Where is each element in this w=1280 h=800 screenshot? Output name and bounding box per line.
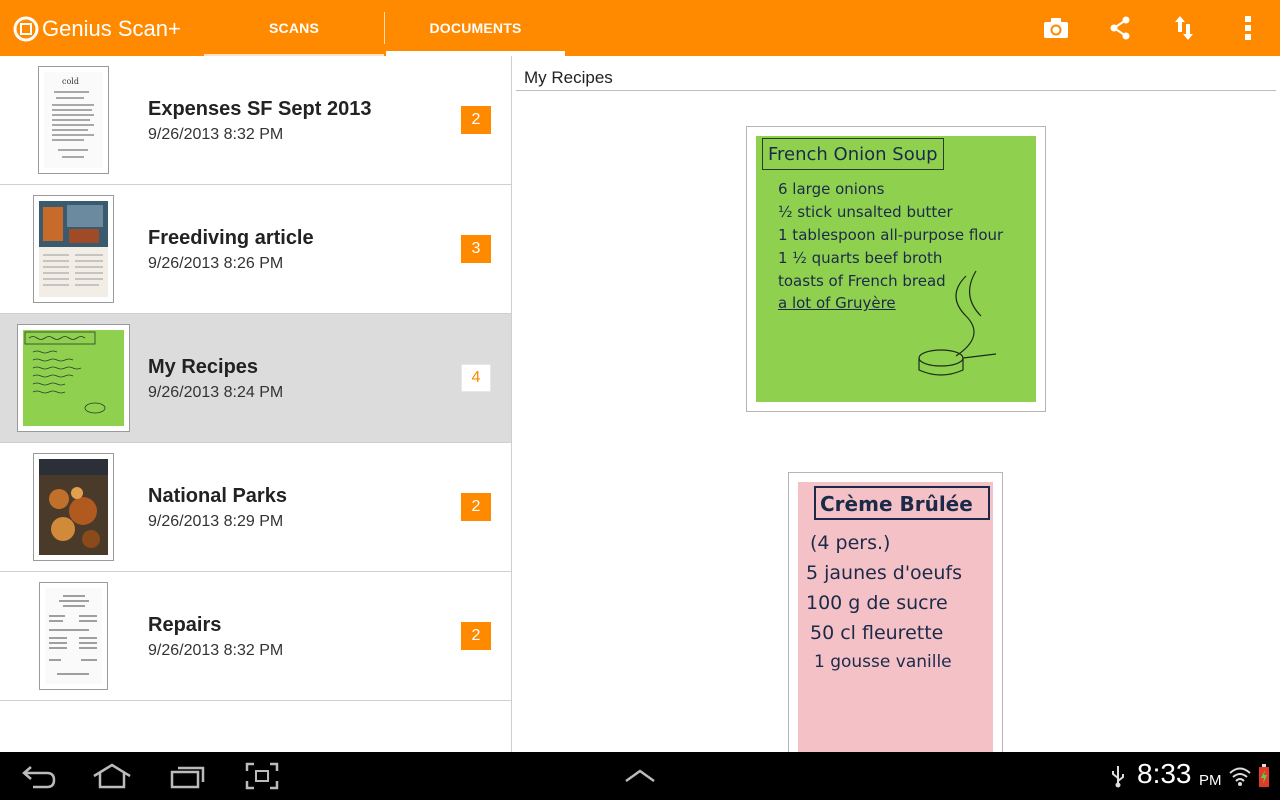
document-date: 9/26/2013 8:24 PM <box>148 384 284 401</box>
park-thumbnail-image <box>39 459 108 555</box>
document-title: Freediving article <box>148 227 314 249</box>
status-clock: 8:33 <box>1137 758 1192 789</box>
recipe-page-image: French Onion Soup 6 large onions ½ stick… <box>756 136 1036 402</box>
document-date: 9/26/2013 8:26 PM <box>148 255 284 272</box>
document-row-selected[interactable]: My Recipes 9/26/2013 8:24 PM 4 <box>0 314 511 443</box>
document-row[interactable]: National Parks 9/26/2013 8:29 PM 2 <box>0 443 511 572</box>
page-count-badge: 2 <box>461 106 491 134</box>
tab-documents-label: DOCUMENTS <box>429 20 522 36</box>
document-thumbnail <box>17 324 130 432</box>
pot-drawing-icon <box>918 270 997 376</box>
recipe-line: 1 ½ quarts beef broth <box>778 249 943 267</box>
document-row[interactable]: Freediving article 9/26/2013 8:26 PM 3 <box>0 185 511 314</box>
recent-apps-icon[interactable] <box>168 760 208 792</box>
detail-divider <box>516 90 1276 91</box>
document-title: My Recipes <box>148 356 259 378</box>
document-row[interactable]: cold Expenses SF Sept 2013 9/26/2013 8:3… <box>0 56 511 185</box>
recipe-thumbnail-image <box>23 330 124 426</box>
document-date: 9/26/2013 8:29 PM <box>148 513 284 530</box>
screenshot-icon[interactable] <box>244 760 280 792</box>
document-title: National Parks <box>148 485 287 507</box>
tab-documents[interactable]: DOCUMENTS <box>386 0 565 56</box>
app-title: Genius Scan+ <box>42 16 181 41</box>
recipe-heading: Crème Brûlée <box>820 492 973 516</box>
recipe-line: 1 gousse vanille <box>814 652 952 672</box>
share-icon[interactable] <box>1104 12 1136 44</box>
document-detail-pane: My Recipes French Onion Soup 6 large oni… <box>513 56 1280 752</box>
sort-icon[interactable] <box>1168 12 1200 44</box>
chevron-up-icon[interactable] <box>620 760 660 792</box>
page-count-badge: 2 <box>461 493 491 521</box>
document-row[interactable]: Repairs 9/26/2013 8:32 PM 2 <box>0 572 511 701</box>
invoice-thumbnail-image <box>45 588 102 684</box>
recipe-line: 5 jaunes d'oeufs <box>806 562 962 584</box>
status-clock-ampm: PM <box>1199 772 1222 789</box>
camera-icon[interactable] <box>1040 12 1072 44</box>
back-icon[interactable] <box>20 760 58 792</box>
recipe-page-image: Crème Brûlée (4 pers.) 5 jaunes d'oeufs … <box>798 482 993 752</box>
recipe-line: 6 large onions <box>778 180 885 198</box>
home-icon[interactable] <box>90 760 134 792</box>
tab-divider <box>384 12 385 44</box>
svg-text:cold: cold <box>62 77 79 86</box>
document-date: 9/26/2013 8:32 PM <box>148 126 284 143</box>
usb-icon <box>1108 760 1128 792</box>
tab-scans[interactable]: SCANS <box>204 0 384 56</box>
recipe-line: (4 pers.) <box>810 532 891 554</box>
recipe-line: 1 tablespoon all-purpose flour <box>778 226 1004 244</box>
page-count-badge: 4 <box>461 364 491 392</box>
document-thumbnail <box>39 582 108 690</box>
action-bar: Genius Scan+ SCANS DOCUMENTS <box>0 0 1280 56</box>
detail-title: My Recipes <box>524 68 613 87</box>
recipe-line: a lot of Gruyère <box>778 294 896 312</box>
recipe-heading: French Onion Soup <box>768 144 938 165</box>
document-title: Expenses SF Sept 2013 <box>148 98 372 120</box>
recipe-line: 50 cl fleurette <box>810 622 944 644</box>
document-list: cold Expenses SF Sept 2013 9/26/2013 8:3… <box>0 56 512 752</box>
page-preview[interactable]: French Onion Soup 6 large onions ½ stick… <box>746 126 1046 412</box>
page-count-badge: 3 <box>461 235 491 263</box>
system-navigation-bar <box>0 752 1280 800</box>
wifi-icon <box>1228 760 1252 792</box>
receipt-thumbnail-image: cold <box>44 72 103 168</box>
overflow-menu-icon[interactable] <box>1232 12 1264 44</box>
document-title: Repairs <box>148 614 222 636</box>
document-date: 9/26/2013 8:32 PM <box>148 642 284 659</box>
recipe-line: 100 g de sucre <box>806 592 948 614</box>
document-thumbnail <box>33 195 114 303</box>
magazine-thumbnail-image <box>39 201 108 297</box>
recipe-line: ½ stick unsalted butter <box>778 203 953 221</box>
tab-scans-label: SCANS <box>268 20 319 36</box>
page-count-badge: 2 <box>461 622 491 650</box>
page-preview[interactable]: Crème Brûlée (4 pers.) 5 jaunes d'oeufs … <box>788 472 1003 752</box>
document-thumbnail: cold <box>38 66 109 174</box>
battery-charging-icon <box>1256 760 1272 792</box>
app-logo-icon <box>13 16 39 42</box>
document-thumbnail <box>33 453 114 561</box>
